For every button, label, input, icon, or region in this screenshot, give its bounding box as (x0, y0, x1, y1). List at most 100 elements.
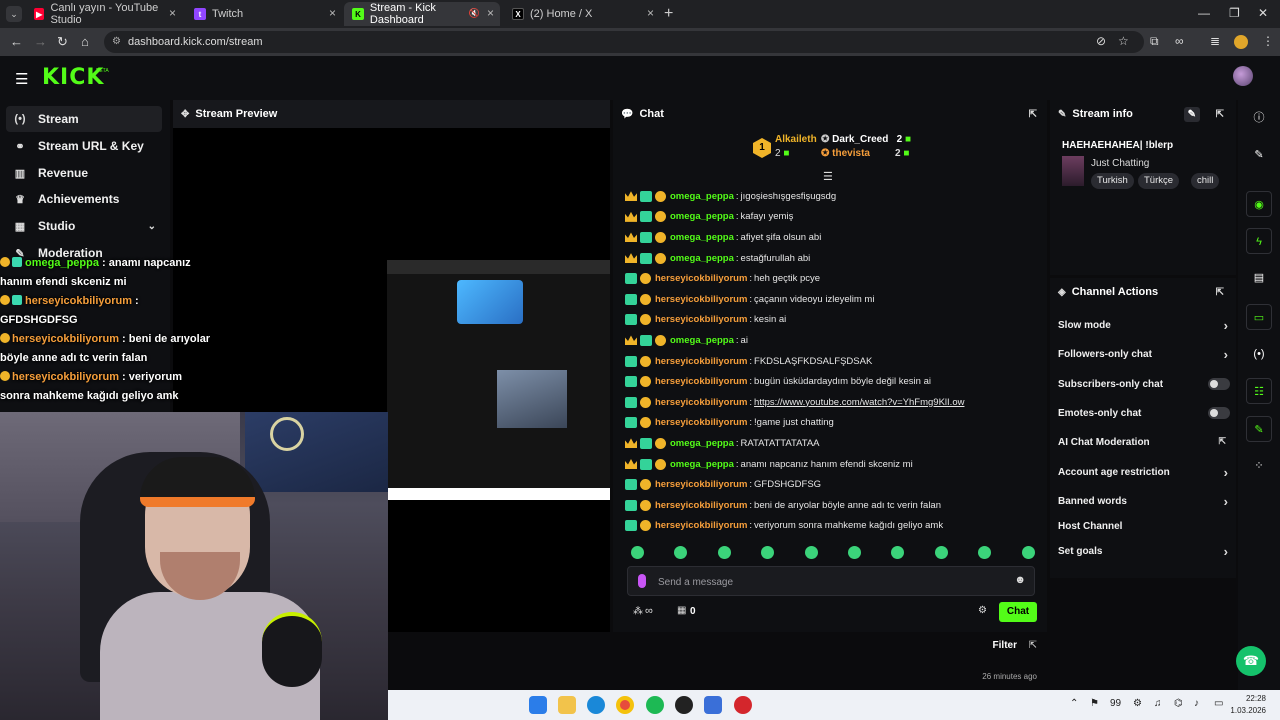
emote-icon[interactable] (804, 546, 818, 559)
support-button[interactable]: ☎ (1236, 646, 1266, 676)
tab-search-button[interactable]: ⌄ (6, 6, 22, 22)
settings-gear-icon[interactable]: ⚙ (978, 605, 987, 616)
nodes-icon[interactable]: ⁘ (1246, 453, 1272, 479)
sidebar-item-stream-url-key[interactable]: ⚭ Stream URL & Key (6, 133, 162, 159)
record-app-icon[interactable] (734, 696, 752, 714)
chat-username[interactable]: herseyicokbiliyorum (655, 314, 747, 325)
camera-icon[interactable]: ◉ (1246, 191, 1272, 217)
shield-app-icon[interactable] (704, 696, 722, 714)
clock[interactable]: 22:28 1.03.2026 (1230, 693, 1266, 717)
chat-username[interactable]: herseyicokbiliyorum (655, 500, 747, 511)
action-ai-moderation[interactable]: AI Chat Moderation ⇱ (1058, 436, 1230, 448)
battery-icon[interactable]: ▭ (1214, 698, 1223, 709)
chat-message[interactable]: omega_peppa: afiyet şifa olsun abi (625, 227, 1045, 248)
emotes-only-toggle[interactable] (1208, 407, 1230, 419)
tab-twitch[interactable]: t Twitch × (186, 2, 342, 26)
leaderboard-second[interactable]: ✪ Dark_Creed 2 ■ ✪ thevista 2 ■ (821, 134, 911, 159)
chat-message[interactable]: omega_peppa: estağfurullah abi (625, 248, 1045, 269)
gift-box-icon[interactable]: ▦ (677, 605, 686, 616)
chrome-icon[interactable] (616, 696, 634, 714)
points-icon[interactable]: ⁂ (633, 606, 643, 617)
close-icon[interactable]: × (487, 6, 494, 20)
emote-icon[interactable] (848, 546, 861, 559)
chevron-up-icon[interactable]: ⌃ (1070, 698, 1078, 709)
minimize-icon[interactable]: — (1198, 6, 1210, 20)
chat-username[interactable]: herseyicokbiliyorum (655, 417, 747, 428)
hamburger-menu-icon[interactable]: ☰ (15, 70, 28, 88)
emote-icon[interactable] (631, 546, 644, 559)
chat-message[interactable]: omega_peppa: RATATATTATATAA (625, 433, 1045, 454)
chat-username[interactable]: omega_peppa (670, 211, 734, 222)
sidebar-item-achievements[interactable]: ♛ Achievements (6, 186, 162, 212)
start-icon[interactable] (529, 696, 547, 714)
chat-username[interactable]: herseyicokbiliyorum (655, 356, 747, 367)
obs-icon[interactable] (675, 696, 693, 714)
chat-message[interactable]: herseyicokbiliyorum: veriyorum sonra mahk… (625, 516, 1045, 537)
chat-message[interactable]: herseyicokbiliyorum: çaçanın videoyu izle… (625, 289, 1045, 310)
lightning-icon[interactable]: ϟ (1246, 228, 1272, 254)
document-icon[interactable]: ▤ (1246, 265, 1272, 291)
close-icon[interactable]: × (169, 6, 176, 20)
filter-sort-icon[interactable]: ☰ (823, 170, 833, 183)
reading-list-icon[interactable]: ≣ (1210, 34, 1220, 48)
chat-username[interactable]: herseyicokbiliyorum (655, 479, 747, 490)
forward-icon[interactable]: → (34, 34, 47, 49)
filter-button[interactable]: Filter (993, 640, 1017, 651)
file-explorer-icon[interactable] (558, 696, 576, 714)
popout-icon[interactable]: ⇱ (1029, 109, 1037, 120)
steam-icon[interactable]: ⚙ (1133, 698, 1142, 709)
popout-icon[interactable]: ⇱ (1029, 640, 1037, 651)
close-icon[interactable]: × (647, 6, 654, 20)
chat-link[interactable]: https://www.youtube.com/watch?v=YhFmg9Kl… (754, 397, 964, 408)
chat-message[interactable]: herseyicokbiliyorum: heh geçtik pcye (625, 268, 1045, 289)
popout-icon[interactable]: ⇱ (1216, 287, 1224, 298)
emoji-icon[interactable]: ☻ (1014, 574, 1026, 586)
close-icon[interactable]: × (329, 6, 336, 20)
chat-username[interactable]: herseyicokbiliyorum (655, 273, 747, 284)
wrench-icon[interactable]: ✎ (1246, 416, 1272, 442)
action-slow-mode[interactable]: Slow mode › (1058, 318, 1230, 333)
emote-icon[interactable] (674, 546, 688, 559)
chat-message[interactable]: herseyicokbiliyorum: https://www.youtube.… (625, 392, 1045, 413)
mic-tray-icon[interactable]: ♫ (1154, 698, 1162, 709)
sidebar-item-studio[interactable]: ▦ Studio ⌄ (6, 213, 162, 239)
chat-username[interactable]: herseyicokbiliyorum (655, 520, 747, 531)
volume-icon[interactable]: ♪ (1194, 698, 1199, 709)
drag-handle-icon[interactable]: ✥ (181, 109, 189, 120)
eye-off-icon[interactable]: ⊘ (1096, 34, 1106, 48)
send-chat-button[interactable]: Chat (999, 602, 1037, 622)
action-host-channel[interactable]: Host Channel (1058, 521, 1230, 532)
edit-pencil-icon[interactable]: ✎ (1183, 106, 1200, 122)
chat-username[interactable]: herseyicokbiliyorum (655, 376, 747, 387)
window-close-icon[interactable]: ✕ (1258, 6, 1268, 20)
chat-username[interactable]: omega_peppa (670, 335, 734, 346)
emote-icon[interactable] (891, 546, 905, 559)
new-tab-button[interactable]: + (664, 5, 673, 23)
sidebar-item-revenue[interactable]: ▥ Revenue (6, 160, 162, 186)
chat-username[interactable]: herseyicokbiliyorum (655, 294, 747, 305)
leaderboard-first[interactable]: Alkaileth 2 ■ (775, 134, 817, 159)
chat-username[interactable]: omega_peppa (670, 459, 734, 470)
address-bar[interactable]: ⚙ dashboard.kick.com/stream (104, 31, 1144, 53)
chat-message[interactable]: herseyicokbiliyorum: beni de arıyolar böy… (625, 495, 1045, 516)
pencil-icon[interactable]: ✎ (1246, 142, 1272, 168)
back-icon[interactable]: ← (10, 34, 23, 49)
chat-message[interactable]: herseyicokbiliyorum: kesin ai (625, 310, 1045, 331)
edge-icon[interactable] (587, 696, 605, 714)
network-icon[interactable]: ⌬ (1174, 698, 1183, 709)
extension-icon[interactable]: ⧉ (1150, 34, 1159, 49)
tab-x-home[interactable]: X (2) Home / X × (504, 2, 660, 26)
layout-icon[interactable]: ☷ (1246, 378, 1272, 404)
emote-icon[interactable] (978, 546, 992, 559)
action-banned-words[interactable]: Banned words › (1058, 494, 1230, 509)
chat-message[interactable]: herseyicokbiliyorum: !game just chatting (625, 413, 1045, 434)
chat-message[interactable]: herseyicokbiliyorum: GFDSHGDFSG (625, 474, 1045, 495)
category-name[interactable]: Just Chatting (1091, 158, 1149, 169)
chat-message-input[interactable] (658, 572, 998, 592)
avatar[interactable] (1233, 66, 1253, 86)
profile-icon[interactable] (1234, 35, 1248, 49)
more-menu-icon[interactable]: ⋮ (1262, 34, 1274, 48)
chat-message[interactable]: omega_peppa: ai (625, 330, 1045, 351)
popout-icon[interactable]: ⇱ (1216, 109, 1224, 120)
tab-kick-dashboard[interactable]: K Stream - Kick Dashboard 🔇 × (344, 2, 500, 26)
